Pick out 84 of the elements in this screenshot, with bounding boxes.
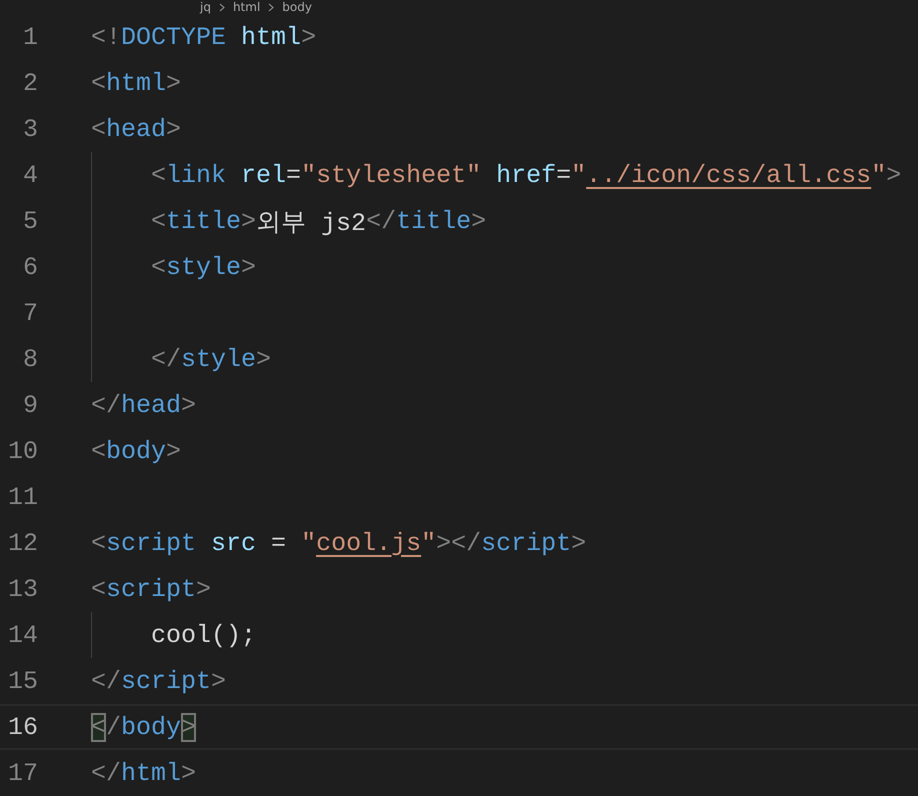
line-number: 15 (6, 666, 38, 696)
line-number: 4 (22, 160, 38, 190)
line-number: 3 (22, 114, 38, 144)
code-text: = (270, 528, 288, 558)
line-number: 11 (6, 482, 38, 512)
code-tag: title (166, 206, 242, 236)
code-string: " (871, 160, 886, 190)
code-punctuation: < (91, 436, 106, 466)
code-punctuation: < (151, 252, 166, 282)
line-number: 6 (22, 252, 38, 282)
code-tag: body (106, 436, 166, 466)
code-punctuation: > (211, 666, 226, 696)
code-punctuation: > (571, 528, 586, 558)
code-tag: script (121, 666, 212, 696)
code-tag: title (396, 206, 472, 236)
code-punctuation: > (301, 22, 316, 52)
line-number: 5 (22, 206, 38, 236)
code-punctuation: < (91, 68, 106, 98)
line-number: 12 (6, 528, 38, 558)
code-string: " (421, 528, 436, 558)
line-number: 1 (22, 22, 38, 52)
code-attribute: html (240, 22, 302, 52)
code-tag: style (166, 252, 242, 282)
code-text: 외부 js2 (256, 208, 366, 238)
code-tag: link (166, 160, 226, 190)
code-tag: html (121, 758, 182, 788)
code-punctuation: < (91, 528, 106, 558)
code-punctuation: ></ (436, 528, 482, 558)
line-number: 7 (22, 298, 38, 328)
line-number: 17 (6, 758, 38, 788)
code-text: cool(); (151, 620, 256, 650)
code-tag: style (181, 344, 256, 374)
chevron-icon (218, 2, 225, 12)
line-number: 16 (6, 712, 38, 742)
line-number: 10 (6, 436, 38, 466)
code-punctuation: > (256, 344, 272, 374)
code-link[interactable]: ../icon/css/all.css (586, 160, 872, 190)
breadcrumb-item[interactable]: body (282, 0, 312, 14)
code-punctuation: > (181, 758, 196, 788)
code-attribute: href (495, 160, 556, 190)
code-punctuation: </ (91, 666, 122, 696)
code-punctuation: > (196, 574, 212, 604)
code-link[interactable]: cool.js (316, 528, 422, 558)
line-number: 9 (22, 390, 38, 420)
code-text: = (556, 160, 572, 190)
code-punctuation: < (151, 160, 166, 190)
code-punctuation: < (151, 206, 166, 236)
code-attribute: src (210, 528, 256, 558)
code-punctuation: </ (366, 206, 396, 236)
code-punctuation: < (91, 574, 106, 604)
code-tag: script (481, 528, 572, 558)
code-text: = (286, 160, 302, 190)
code-punctuation: > (166, 436, 182, 466)
code-tag: script (106, 574, 196, 604)
code-string: " (301, 528, 316, 558)
line-number: 14 (6, 620, 38, 650)
code-string: " (571, 160, 586, 190)
code-punctuation: / (106, 712, 122, 742)
chevron-icon (268, 2, 274, 12)
code-punctuation: <! (91, 22, 122, 52)
code-punctuation: > (241, 206, 256, 236)
code-punctuation: < (91, 114, 106, 144)
code-punctuation: > (241, 252, 256, 282)
line-number: 8 (22, 344, 38, 374)
code-punctuation: </ (151, 344, 182, 374)
code-punctuation: > (166, 68, 182, 98)
code-tag: head (121, 390, 182, 420)
breadcrumb-item[interactable]: html (232, 0, 260, 14)
breadcrumb-item[interactable]: jq (200, 0, 211, 14)
code-tag: DOCTYPE (121, 22, 226, 52)
code-tag: body (121, 712, 182, 742)
code-tag: script (106, 528, 196, 558)
code-punctuation: > (886, 160, 902, 190)
code-punctuation: </ (91, 390, 122, 420)
code-attribute: rel (240, 160, 286, 190)
line-number: 13 (6, 574, 38, 604)
code-punctuation: </ (91, 758, 122, 788)
line-number: 2 (22, 68, 38, 98)
code-tag: html (106, 68, 166, 98)
code-punctuation: > (166, 114, 182, 144)
code-string: "stylesheet" (301, 160, 482, 190)
code-punctuation: > (181, 390, 196, 420)
code-punctuation: > (471, 206, 486, 236)
code-tag: head (106, 114, 166, 144)
